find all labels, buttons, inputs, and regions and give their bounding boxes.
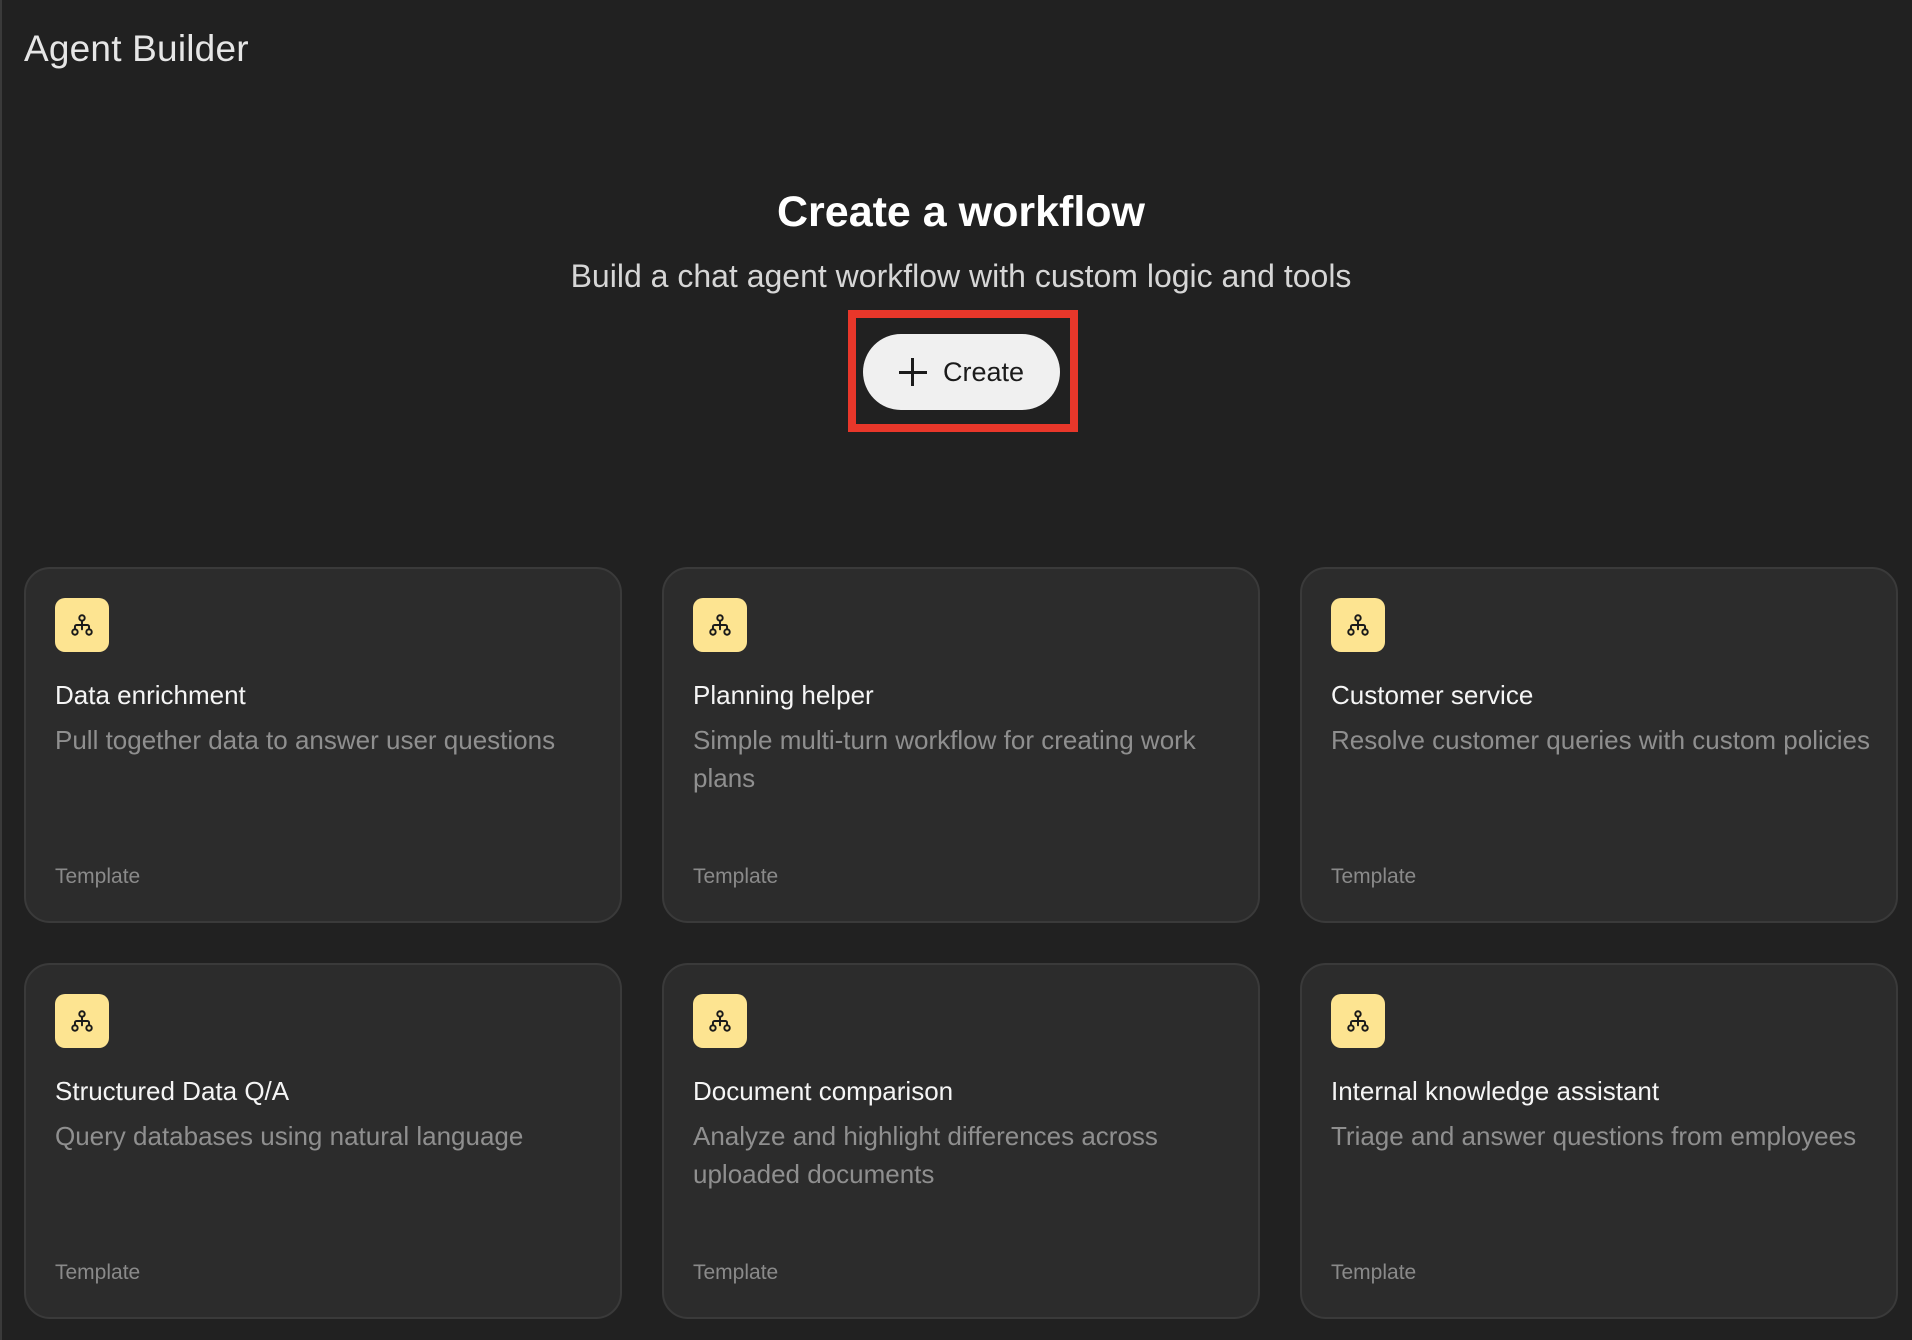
template-card-title: Data enrichment xyxy=(55,680,246,710)
template-card-tag: Template xyxy=(1331,1261,1417,1284)
workflow-icon xyxy=(693,598,747,652)
template-card-description: Query databases using natural language xyxy=(55,1121,524,1151)
template-card-title: Internal knowledge assistant xyxy=(1331,1076,1660,1106)
template-grid: Data enrichment Pull together data to an… xyxy=(24,567,1898,1319)
page-title: Create a workflow xyxy=(777,188,1145,236)
workflow-icon xyxy=(55,598,109,652)
workflow-icon xyxy=(1331,994,1385,1048)
template-card-description: Triage and answer questions from employe… xyxy=(1331,1121,1857,1151)
template-card-structured-data-qa[interactable]: Structured Data Q/A Query databases usin… xyxy=(24,963,622,1319)
template-card-tag: Template xyxy=(1331,865,1417,888)
template-card-planning-helper[interactable]: Planning helper Simple multi-turn workfl… xyxy=(662,567,1260,923)
template-card-data-enrichment[interactable]: Data enrichment Pull together data to an… xyxy=(24,567,622,923)
workflow-icon xyxy=(55,994,109,1048)
template-card-title: Customer service xyxy=(1331,680,1534,710)
create-button-label: Create xyxy=(942,356,1025,387)
workflow-icon xyxy=(1331,598,1385,652)
page-subtitle: Build a chat agent workflow with custom … xyxy=(570,258,1352,294)
template-card-description: Analyze and highlight differences across… xyxy=(693,1121,1158,1189)
template-card-title: Structured Data Q/A xyxy=(55,1076,290,1106)
create-button[interactable]: Create xyxy=(863,334,1060,410)
hero-section: Create a workflow Build a chat agent wor… xyxy=(0,180,1912,298)
template-card-document-comparison[interactable]: Document comparison Analyze and highligh… xyxy=(662,963,1260,1319)
plus-icon xyxy=(898,358,927,386)
template-card-internal-knowledge-assistant[interactable]: Internal knowledge assistant Triage and … xyxy=(1300,963,1898,1319)
app-title: Agent Builder xyxy=(24,28,249,69)
template-card-tag: Template xyxy=(693,865,779,888)
template-card-title: Planning helper xyxy=(693,680,874,710)
template-card-customer-service[interactable]: Customer service Resolve customer querie… xyxy=(1300,567,1898,923)
workflow-icon xyxy=(693,994,747,1048)
template-card-tag: Template xyxy=(693,1261,779,1284)
template-card-description: Pull together data to answer user questi… xyxy=(55,725,556,755)
template-card-tag: Template xyxy=(55,865,141,888)
template-card-description: Resolve customer queries with custom pol… xyxy=(1331,725,1870,755)
template-card-description: Simple multi-turn workflow for creating … xyxy=(693,725,1196,793)
template-card-title: Document comparison xyxy=(693,1076,954,1106)
template-card-tag: Template xyxy=(55,1261,141,1284)
